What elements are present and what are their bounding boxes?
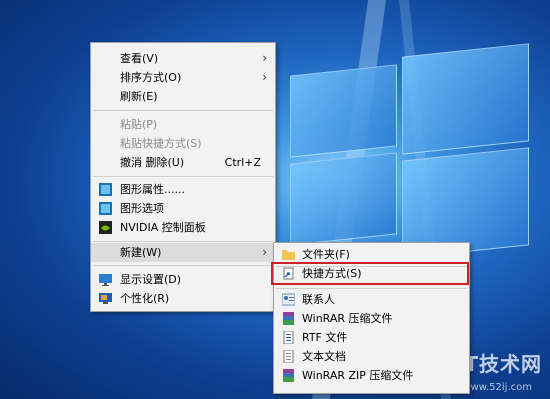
new-submenu: 文件夹(F) 快捷方式(S) 联系人 WinRAR 压缩文件 RTF 文件 文本… [271,242,470,394]
menu-item-label: 排序方式(O) [120,71,182,84]
submenu-item-rtf[interactable]: RTF 文件 [274,328,469,347]
menu-separator [93,110,273,111]
menu-item-undo-delete[interactable]: 撤消 删除(U) Ctrl+Z [91,153,275,172]
contact-icon [281,293,296,306]
menu-separator [93,265,273,266]
menu-item-graphics-properties[interactable]: 图形属性...... [91,180,275,199]
shortcut-text: Ctrl+Z [224,156,261,169]
submenu-item-contact[interactable]: 联系人 [274,290,469,309]
menu-item-label: 显示设置(D) [120,273,182,286]
winrar-zip-icon [282,369,295,382]
menu-separator [93,241,273,242]
menu-item-new[interactable]: 新建(W) › [91,243,275,262]
menu-item-view[interactable]: 查看(V) › [91,49,275,68]
menu-item-label: 新建(W) [120,246,162,259]
menu-separator [93,176,273,177]
highlight-box [271,262,469,285]
submenu-item-label: 文本文档 [302,350,346,363]
watermark-url: www.52ij.com [462,382,532,393]
submenu-item-label: 联系人 [302,293,335,306]
desktop-context-menu: 查看(V) › 排序方式(O) › 刷新(E) 粘贴(P) 粘贴快捷方式(S) … [90,42,276,312]
submenu-item-label: WinRAR ZIP 压缩文件 [302,369,414,382]
submenu-item-label: WinRAR 压缩文件 [302,312,393,325]
intel-graphics-icon [99,183,112,196]
menu-separator [276,288,467,289]
winrar-icon [282,312,295,325]
nvidia-icon [99,221,112,234]
menu-item-label: 刷新(E) [120,90,158,103]
menu-item-personalize[interactable]: 个性化(R) [91,289,275,308]
menu-item-display-settings[interactable]: 显示设置(D) [91,270,275,289]
menu-item-sort-by[interactable]: 排序方式(O) › [91,68,275,87]
personalize-icon [99,292,112,305]
menu-item-refresh[interactable]: 刷新(E) [91,87,275,106]
menu-item-label: 个性化(R) [120,292,170,305]
chevron-right-icon: › [262,70,267,84]
chevron-right-icon: › [262,245,267,259]
menu-item-label: 图形属性...... [120,183,185,196]
menu-item-graphics-options[interactable]: 图形选项 [91,199,275,218]
menu-item-label: NVIDIA 控制面板 [120,221,206,234]
windows-logo [290,40,530,259]
menu-item-label: 查看(V) [120,52,159,65]
menu-item-paste[interactable]: 粘贴(P) [91,115,275,134]
menu-item-label: 粘贴快捷方式(S) [120,137,202,150]
rtf-icon [282,330,295,345]
submenu-item-winrar-zip[interactable]: WinRAR ZIP 压缩文件 [274,366,469,385]
menu-item-label: 粘贴(P) [120,118,158,131]
menu-item-label: 撤消 删除(U) [120,156,185,169]
menu-item-label: 图形选项 [120,202,164,215]
submenu-item-winrar-archive[interactable]: WinRAR 压缩文件 [274,309,469,328]
intel-graphics-icon [99,202,112,215]
menu-item-paste-shortcut[interactable]: 粘贴快捷方式(S) [91,134,275,153]
folder-icon [282,248,295,261]
submenu-item-label: RTF 文件 [302,331,348,344]
text-document-icon [282,349,295,364]
display-icon [99,273,112,286]
chevron-right-icon: › [262,51,267,65]
menu-item-nvidia-control-panel[interactable]: NVIDIA 控制面板 [91,218,275,237]
submenu-item-text-document[interactable]: 文本文档 [274,347,469,366]
